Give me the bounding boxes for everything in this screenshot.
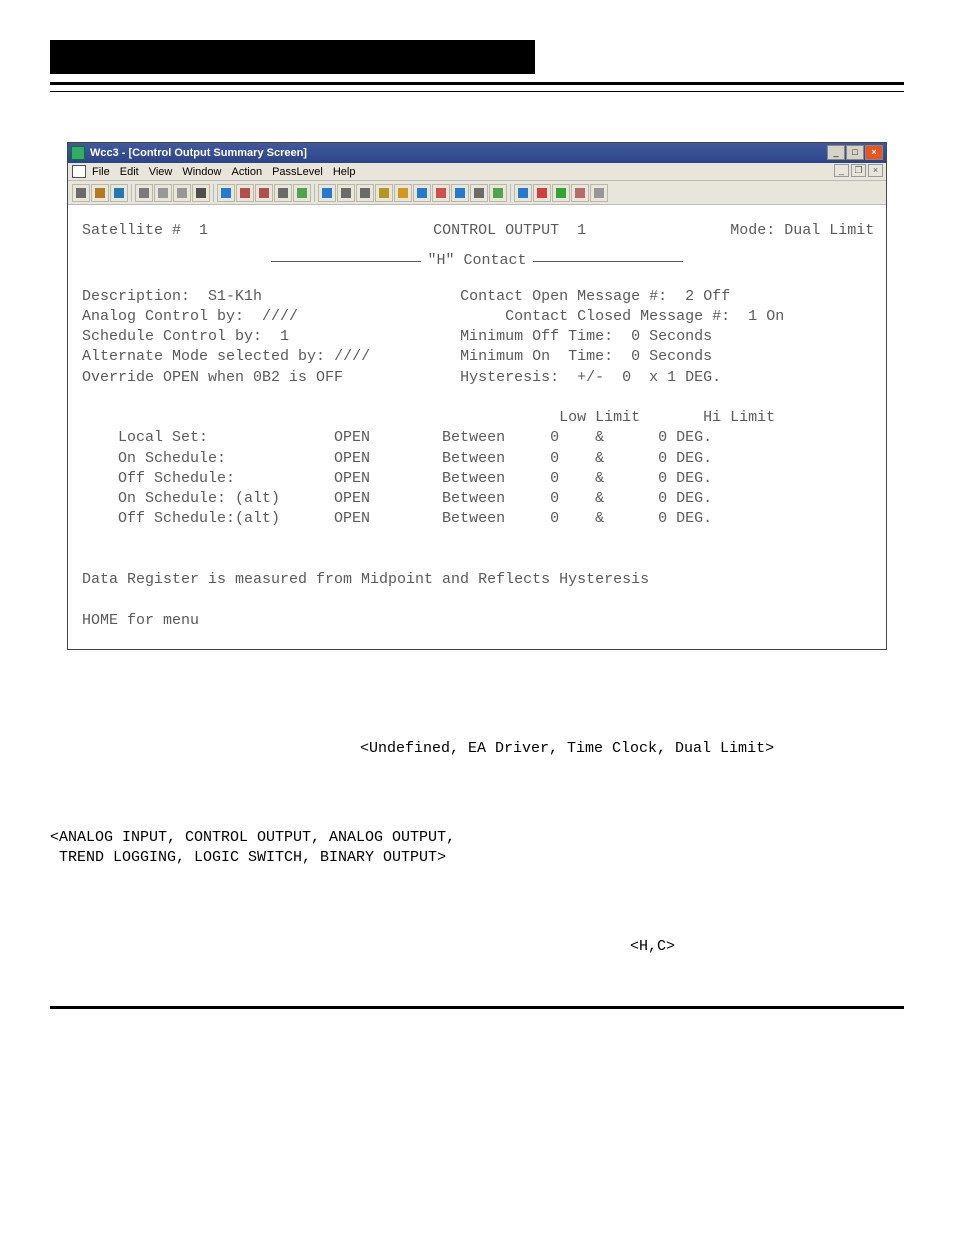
analog-label: Analog Control by:: [82, 308, 244, 325]
gear-icon[interactable]: [432, 184, 450, 202]
hyst-value: 0 x 1 DEG.: [622, 369, 721, 386]
star-icon[interactable]: [394, 184, 412, 202]
print-icon[interactable]: [192, 184, 210, 202]
maximize-button[interactable]: □: [846, 145, 864, 160]
menu-view[interactable]: View: [149, 166, 173, 178]
closed-msg-text: On: [766, 308, 784, 325]
paste-icon[interactable]: [173, 184, 191, 202]
alt-label: Alternate Mode selected by:: [82, 348, 325, 365]
tool-icon[interactable]: [590, 184, 608, 202]
menu-file[interactable]: File: [92, 166, 110, 178]
new-icon[interactable]: [72, 184, 90, 202]
footer-line: HOME for menu: [82, 612, 199, 629]
grid-icon[interactable]: [470, 184, 488, 202]
mode-label: Mode:: [730, 222, 775, 239]
min-on-value: 0 Seconds: [631, 348, 712, 365]
menu-window[interactable]: Window: [182, 166, 221, 178]
t1-icon[interactable]: [293, 184, 311, 202]
person-icon[interactable]: [571, 184, 589, 202]
window-title: Wcc3 - [Control Output Summary Screen]: [90, 147, 307, 159]
co-no: 1: [577, 222, 586, 239]
save-icon[interactable]: [110, 184, 128, 202]
app-window: Wcc3 - [Control Output Summary Screen] _…: [67, 142, 887, 650]
menu-passlevel[interactable]: PassLevel: [272, 166, 323, 178]
app-icon: [71, 146, 85, 160]
tree-icon[interactable]: [356, 184, 374, 202]
menu-action[interactable]: Action: [231, 166, 262, 178]
mdi-restore[interactable]: ❐: [851, 164, 866, 177]
mdi-minimize[interactable]: _: [834, 164, 849, 177]
desc-value: S1-K1h: [208, 288, 262, 305]
override-line: Override OPEN when 0B2 is OFF: [82, 369, 343, 386]
sched-label: Schedule Control by:: [82, 328, 262, 345]
points-hint: <ANALOG INPUT, CONTROL OUTPUT, ANALOG OU…: [50, 828, 904, 867]
desc-label: Description:: [82, 288, 190, 305]
stop-icon[interactable]: [533, 184, 551, 202]
modes-hint: <Undefined, EA Driver, Time Clock, Dual …: [50, 739, 904, 759]
open-msg-label: Contact Open Message #:: [460, 288, 667, 305]
window-controls: _ □ ×: [827, 145, 883, 160]
filter-icon[interactable]: [318, 184, 336, 202]
closed-msg-label: Contact Closed Message #:: [505, 308, 730, 325]
menu-help[interactable]: Help: [333, 166, 356, 178]
sat-no: 1: [199, 222, 208, 239]
copy-icon[interactable]: [154, 184, 172, 202]
sched-value: 1: [280, 328, 289, 345]
open-msg-text: Off: [703, 288, 730, 305]
co-label: CONTROL OUTPUT: [433, 222, 559, 239]
minimize-button[interactable]: _: [827, 145, 845, 160]
sat-label: Satellite #: [82, 222, 181, 239]
host-icon[interactable]: [337, 184, 355, 202]
rule-thick-top: [50, 82, 904, 85]
menu-bar: File Edit View Window Action PassLevel H…: [68, 163, 886, 181]
cut-icon[interactable]: [135, 184, 153, 202]
rule-thin-top: [50, 91, 904, 92]
rule-thick-bottom: [50, 1006, 904, 1009]
hourglass-icon[interactable]: [375, 184, 393, 202]
open-msg-no: 2: [685, 288, 694, 305]
limit-rows: Local Set: OPEN Between 0 & 0 DEG. On Sc…: [82, 429, 712, 527]
header-black-bar: [50, 40, 535, 74]
hc-hint: <H,C>: [50, 937, 904, 957]
hyst-label: Hysteresis: +/-: [460, 369, 604, 386]
help-icon[interactable]: [217, 184, 235, 202]
doc-icon[interactable]: [489, 184, 507, 202]
closed-msg-no: 1: [748, 308, 757, 325]
h-contact-divider: "H" Contact: [82, 251, 872, 272]
titlebar: Wcc3 - [Control Output Summary Screen] _…: [68, 143, 886, 163]
client-area: Satellite # 1 CONTROL OUTPUT 1 Mode: Dua…: [68, 205, 886, 649]
low-limit-hdr: Low Limit: [559, 409, 640, 426]
book-icon[interactable]: [236, 184, 254, 202]
find-icon[interactable]: [274, 184, 292, 202]
info-icon[interactable]: [514, 184, 532, 202]
mdi-controls: _ ❐ ×: [834, 164, 883, 177]
document-icon: [72, 165, 86, 178]
link-icon[interactable]: [451, 184, 469, 202]
alt-value: ////: [334, 348, 370, 365]
mdi-close[interactable]: ×: [868, 164, 883, 177]
toolbar: [68, 181, 886, 205]
mode-value: Dual Limit: [784, 222, 874, 239]
menu-edit[interactable]: Edit: [120, 166, 139, 178]
play-icon[interactable]: [552, 184, 570, 202]
hi-limit-hdr: Hi Limit: [703, 409, 775, 426]
min-off-label: Minimum Off Time:: [460, 328, 613, 345]
note-line: Data Register is measured from Midpoint …: [82, 571, 649, 588]
open-icon[interactable]: [91, 184, 109, 202]
below-text-area: <Undefined, EA Driver, Time Clock, Dual …: [50, 720, 904, 976]
h-contact-label: "H" Contact: [421, 251, 532, 271]
analog-value: ////: [262, 308, 298, 325]
book2-icon[interactable]: [255, 184, 273, 202]
wand-icon[interactable]: [413, 184, 431, 202]
close-button[interactable]: ×: [865, 145, 883, 160]
min-on-label: Minimum On Time:: [460, 348, 613, 365]
min-off-value: 0 Seconds: [631, 328, 712, 345]
